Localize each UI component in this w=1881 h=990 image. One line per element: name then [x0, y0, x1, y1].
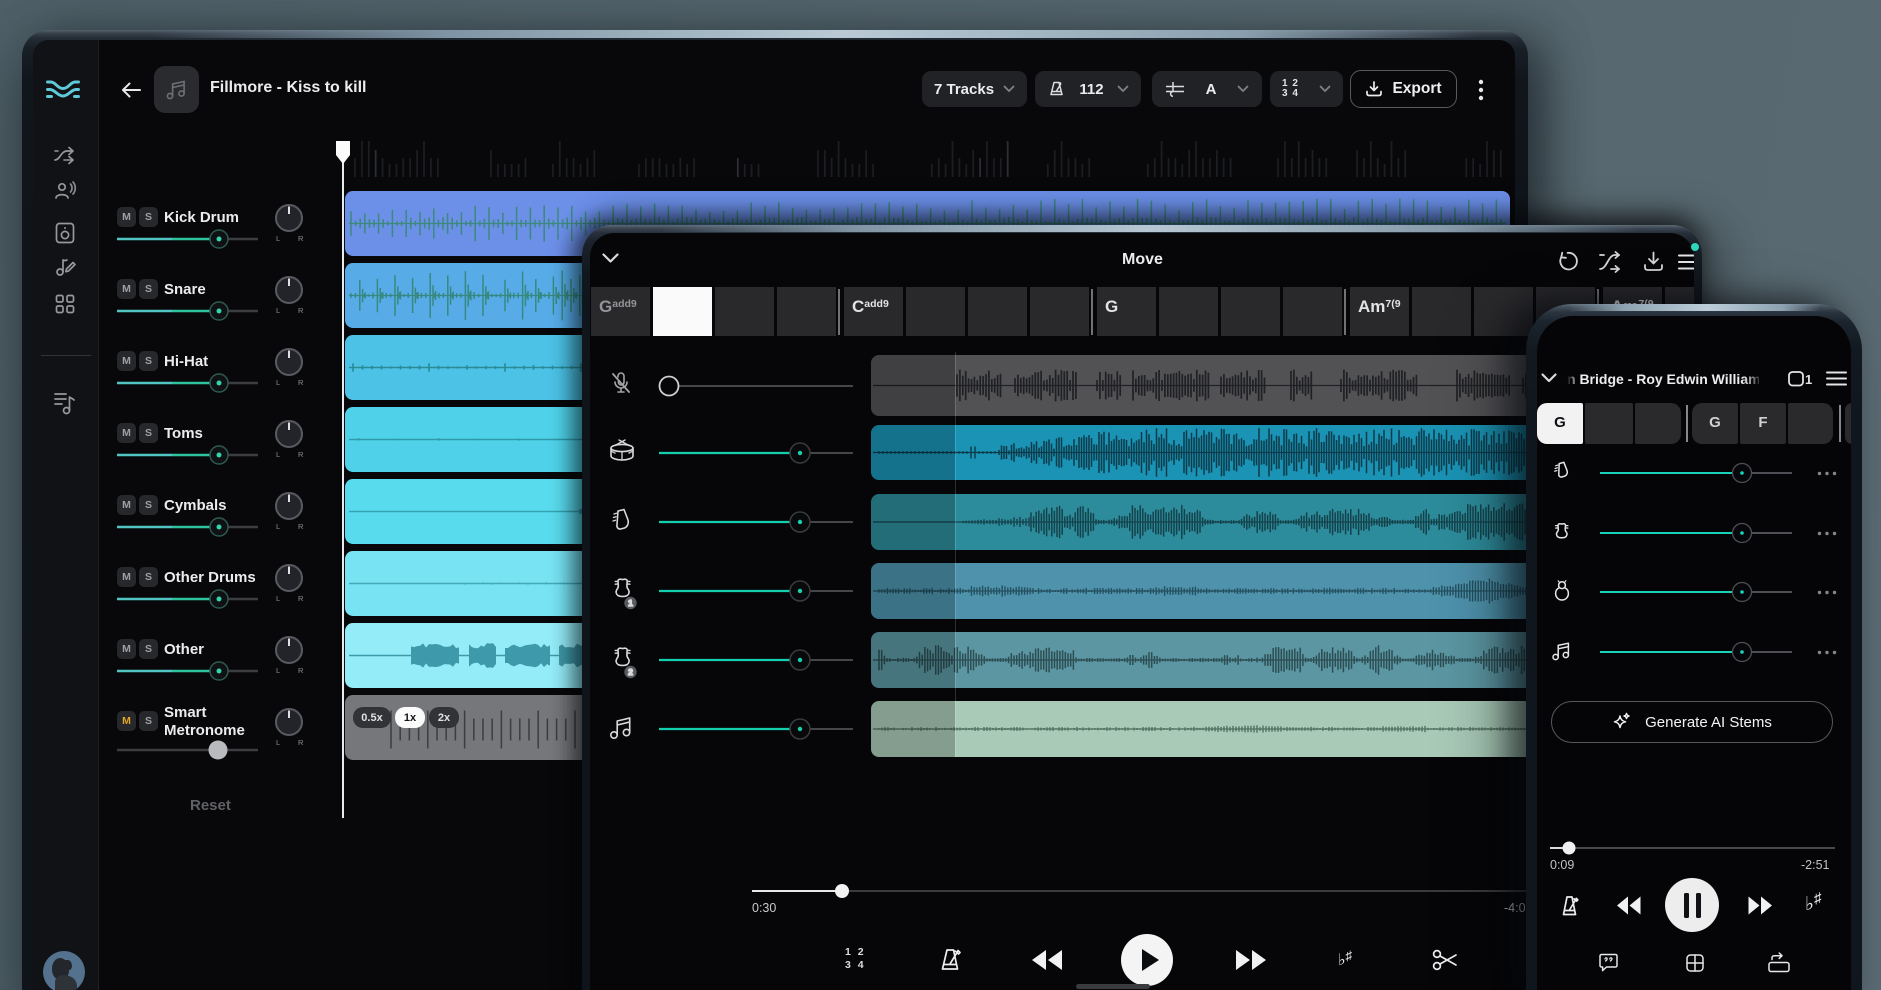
svg-text:2: 2 — [628, 667, 633, 677]
svg-text:1: 1 — [1805, 372, 1812, 387]
svg-text:1: 1 — [628, 598, 633, 608]
